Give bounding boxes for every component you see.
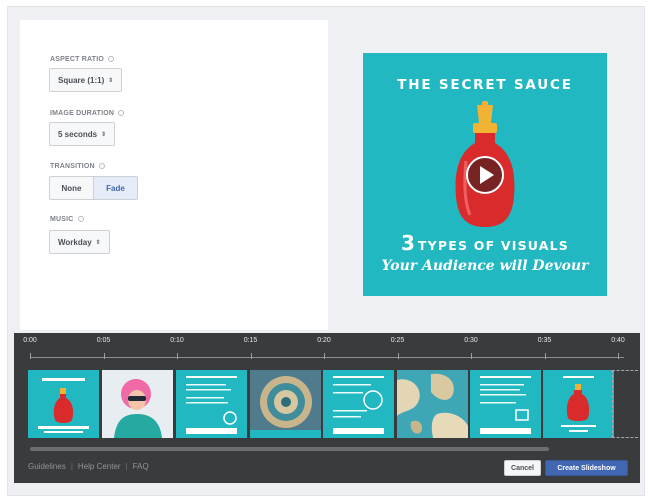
timeline-ruler: [30, 357, 624, 358]
timeline-thumbnail[interactable]: [397, 370, 468, 438]
timeline-thumbnail[interactable]: [176, 370, 247, 438]
timeline-tick-label: 0:20: [317, 337, 331, 344]
transition-none-button[interactable]: None: [50, 177, 94, 199]
play-button[interactable]: [466, 156, 504, 194]
timeline-tick-label: 0:00: [23, 337, 37, 344]
info-icon[interactable]: [77, 216, 84, 222]
aspect-ratio-select[interactable]: Square (1:1) ⇕: [49, 68, 123, 92]
divider: |: [125, 462, 128, 471]
timeline-tick: [397, 353, 399, 359]
add-slide-slot[interactable]: [612, 370, 638, 438]
create-slideshow-button[interactable]: Create Slideshow: [545, 460, 628, 476]
timeline-tick-label: 0:25: [390, 337, 405, 344]
timeline-thumbnail[interactable]: [28, 370, 99, 438]
timeline-tick: [250, 353, 252, 359]
timeline-tick-label: 0:15: [243, 337, 258, 344]
transition-fade-button[interactable]: Fade: [94, 177, 137, 199]
timeline-tick: [324, 353, 325, 359]
timeline-tick: [544, 353, 546, 359]
timeline-thumbnail[interactable]: [102, 370, 173, 438]
transition-label: TRANSITION: [50, 163, 105, 170]
timeline-tick: [618, 353, 619, 359]
guidelines-link[interactable]: Guidelines: [28, 462, 66, 471]
timeline-thumbnail[interactable]: [250, 370, 321, 438]
image-duration-select[interactable]: 5 seconds ⇕: [49, 122, 116, 146]
preview-subtitle: 3 TYPES OF VISUALS: [400, 231, 569, 255]
info-icon[interactable]: [98, 163, 105, 169]
aspect-ratio-label: ASPECT RATIO: [50, 56, 114, 63]
timeline-thumbnail[interactable]: [543, 370, 614, 438]
timeline-tick-label: 0:35: [537, 337, 552, 344]
info-icon[interactable]: [118, 110, 125, 116]
timeline-tick: [471, 353, 472, 359]
faq-link[interactable]: FAQ: [133, 462, 149, 471]
image-duration-label: IMAGE DURATION: [50, 110, 125, 117]
preview-tagline: Your Audience will Devour: [381, 258, 589, 274]
chevron-updown-icon: ⇕: [108, 77, 114, 84]
music-label: MUSIC: [50, 216, 84, 223]
aspect-ratio-value: Square (1:1): [58, 75, 105, 85]
music-select[interactable]: Workday ⇕: [49, 230, 110, 254]
settings-panel: ASPECT RATIO Square (1:1) ⇕ IMAGE DURATI…: [20, 20, 328, 330]
cancel-button[interactable]: Cancel: [504, 460, 541, 476]
timeline-tick: [30, 353, 31, 359]
chevron-updown-icon: ⇕: [95, 239, 101, 246]
transition-toggle: None Fade: [49, 176, 138, 200]
play-icon: [480, 166, 494, 184]
chevron-updown-icon: ⇕: [101, 131, 107, 138]
footer-links: Guidelines | Help Center | FAQ: [28, 462, 149, 471]
divider: |: [70, 462, 73, 471]
music-value: Workday: [58, 237, 92, 247]
image-duration-value: 5 seconds: [58, 129, 98, 139]
help-center-link[interactable]: Help Center: [78, 462, 121, 471]
timeline-tick-label: 0:40: [611, 337, 625, 344]
timeline-tick: [177, 353, 178, 359]
timeline-panel: 0:00 0:05 0:10 0:15 0:20 0:25 0:30 0:35 0:40: [14, 333, 640, 483]
preview-title: THE SECRET SAUCE: [397, 77, 573, 93]
timeline-thumbnail[interactable]: [323, 370, 394, 438]
timeline-tick-label: 0:30: [464, 337, 478, 344]
timeline-tick-label: 0:10: [170, 337, 184, 344]
timeline-tick-label: 0:05: [96, 337, 111, 344]
timeline-thumbnail[interactable]: [470, 370, 541, 438]
timeline-scrollbar[interactable]: [30, 447, 549, 451]
slideshow-preview[interactable]: THE SECRET SAUCE 3 TYPES OF VISUALS Your …: [363, 53, 607, 296]
timeline-tick: [103, 353, 105, 359]
info-icon[interactable]: [108, 56, 114, 62]
